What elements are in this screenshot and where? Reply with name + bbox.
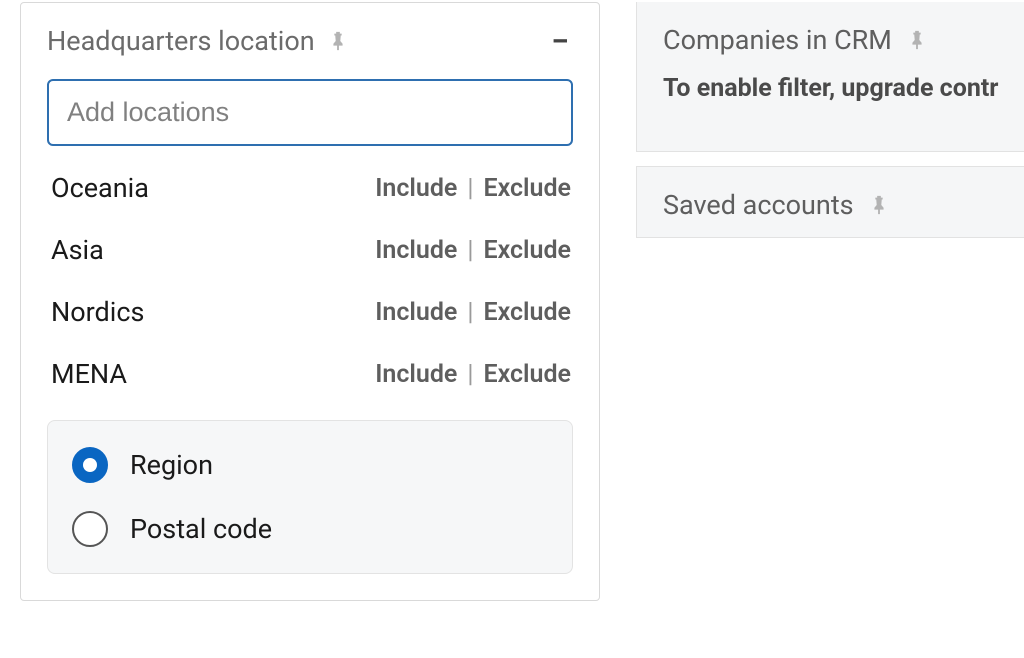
minus-icon[interactable]: − xyxy=(547,25,573,57)
include-exclude-controls: Include | Exclude xyxy=(375,174,571,203)
side-filter-title: Companies in CRM xyxy=(663,24,892,56)
filter-title: Headquarters location xyxy=(47,25,315,57)
radio-inner-dot xyxy=(83,458,97,472)
include-exclude-controls: Include | Exclude xyxy=(375,298,571,327)
location-name[interactable]: Oceania xyxy=(51,172,149,204)
location-row: Asia Include | Exclude xyxy=(51,234,571,266)
location-row: Oceania Include | Exclude xyxy=(51,172,571,204)
separator: | xyxy=(467,236,473,265)
locations-search-input[interactable] xyxy=(47,79,573,146)
location-suggestions: Oceania Include | Exclude Asia Include |… xyxy=(47,172,573,390)
radio-postal-code[interactable]: Postal code xyxy=(72,511,548,547)
side-filter-title: Saved accounts xyxy=(663,189,854,221)
headquarters-location-filter: Headquarters location − Oceania Include … xyxy=(20,2,600,601)
radio-label: Postal code xyxy=(130,513,272,545)
pin-icon[interactable] xyxy=(868,194,890,216)
exclude-button[interactable]: Exclude xyxy=(483,236,571,265)
location-name[interactable]: MENA xyxy=(51,358,127,390)
pin-icon[interactable] xyxy=(906,29,928,51)
location-name[interactable]: Nordics xyxy=(51,296,144,328)
exclude-button[interactable]: Exclude xyxy=(483,360,571,389)
side-filter-header: Saved accounts xyxy=(663,189,998,221)
include-exclude-controls: Include | Exclude xyxy=(375,236,571,265)
location-mode-radio-group: Region Postal code xyxy=(47,420,573,574)
radio-indicator-selected xyxy=(72,447,108,483)
location-row: MENA Include | Exclude xyxy=(51,358,571,390)
exclude-button[interactable]: Exclude xyxy=(483,174,571,203)
location-name[interactable]: Asia xyxy=(51,234,104,266)
radio-label: Region xyxy=(130,449,213,481)
filter-header: Headquarters location − xyxy=(47,25,573,57)
side-filter-header: Companies in CRM xyxy=(663,24,998,56)
include-button[interactable]: Include xyxy=(375,360,457,389)
separator: | xyxy=(467,298,473,327)
exclude-button[interactable]: Exclude xyxy=(483,298,571,327)
companies-in-crm-filter[interactable]: Companies in CRM To enable filter, upgra… xyxy=(636,2,1024,152)
upgrade-note: To enable filter, upgrade contr xyxy=(663,74,998,103)
radio-indicator-unselected xyxy=(72,511,108,547)
include-exclude-controls: Include | Exclude xyxy=(375,360,571,389)
separator: | xyxy=(467,174,473,203)
radio-region[interactable]: Region xyxy=(72,447,548,483)
include-button[interactable]: Include xyxy=(375,298,457,327)
include-button[interactable]: Include xyxy=(375,236,457,265)
pin-icon[interactable] xyxy=(327,30,349,52)
saved-accounts-filter[interactable]: Saved accounts xyxy=(636,166,1024,238)
include-button[interactable]: Include xyxy=(375,174,457,203)
filter-header-left: Headquarters location xyxy=(47,25,349,57)
separator: | xyxy=(467,360,473,389)
location-row: Nordics Include | Exclude xyxy=(51,296,571,328)
